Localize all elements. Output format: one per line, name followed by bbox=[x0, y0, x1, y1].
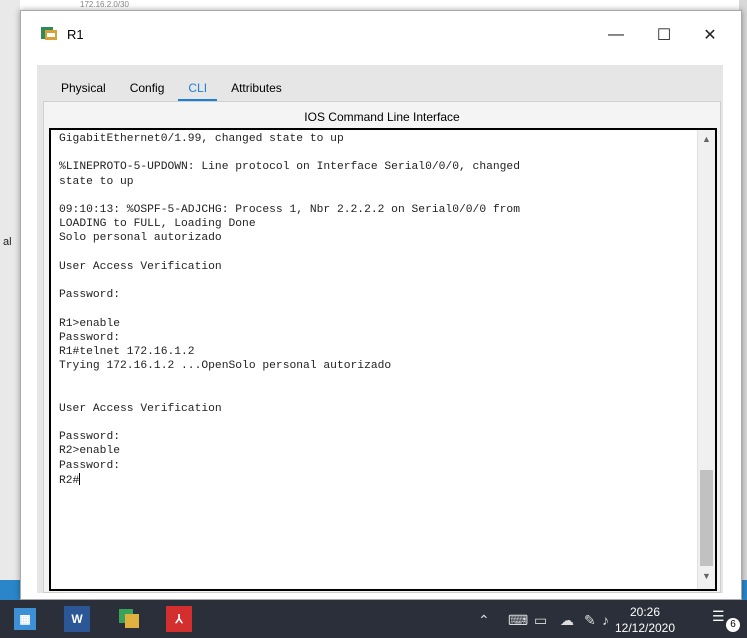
cli-panel: IOS Command Line Interface GigabitEthern… bbox=[43, 101, 721, 593]
onedrive-icon[interactable]: ☁ bbox=[560, 612, 574, 629]
terminal-line: User Access Verification bbox=[59, 260, 222, 273]
tab-attributes[interactable]: Attributes bbox=[221, 79, 292, 99]
terminal-line: Password: bbox=[59, 431, 121, 444]
calculator-icon[interactable]: ▦ bbox=[14, 608, 36, 630]
terminal-line: Password: bbox=[59, 289, 121, 302]
terminal-line: Trying 172.16.1.2 ...OpenSolo personal a… bbox=[59, 360, 392, 373]
scroll-up-arrow-icon[interactable]: ▲ bbox=[698, 134, 715, 148]
panel-heading: IOS Command Line Interface bbox=[304, 110, 460, 124]
terminal-output: GigabitEthernet0/1.99, changed state to … bbox=[59, 132, 679, 488]
router-app-icon bbox=[41, 27, 57, 40]
terminal-line: LOADING to FULL, Loading Done bbox=[59, 218, 256, 231]
clock-date: 12/12/2020 bbox=[614, 621, 676, 635]
vertical-scrollbar[interactable]: ▲ ▼ bbox=[697, 130, 715, 589]
maximize-button[interactable]: ☐ bbox=[641, 19, 687, 51]
terminal-line: R1>enable bbox=[59, 317, 121, 330]
router-window: R1 — ☐ ✕ Physical Config CLI Attributes … bbox=[20, 10, 742, 600]
notification-icon[interactable]: ☰ 6 bbox=[712, 608, 740, 632]
terminal-line: Password: bbox=[59, 459, 121, 472]
terminal-line: R2>enable bbox=[59, 445, 121, 458]
tab-physical[interactable]: Physical bbox=[51, 79, 116, 99]
background-top-fragment: 172.16.2.0/30 bbox=[80, 0, 129, 8]
terminal-line: 09:10:13: %OSPF-5-ADJCHG: Process 1, Nbr… bbox=[59, 204, 520, 217]
chevron-up-icon[interactable]: ⌃ bbox=[478, 612, 490, 629]
window-title: R1 bbox=[67, 27, 84, 42]
network-icon[interactable]: ▭ bbox=[534, 612, 547, 629]
terminal-line: Password: bbox=[59, 331, 121, 344]
clock-time: 20:26 bbox=[629, 605, 661, 619]
terminal-line: GigabitEthernet0/1.99, changed state to … bbox=[59, 133, 344, 145]
terminal-line: User Access Verification bbox=[59, 402, 222, 415]
taskbar: ▦ W ⅄ ⌃ ⌨ ▭ ☁ ✎ ♪ 20:26 12/12/2020 ☰ 6 bbox=[0, 600, 747, 638]
scroll-thumb[interactable] bbox=[700, 470, 713, 566]
notification-count: 6 bbox=[726, 618, 740, 632]
word-icon[interactable]: W bbox=[64, 606, 90, 632]
meet-now-icon[interactable]: ⌨ bbox=[508, 612, 528, 629]
cli-terminal[interactable]: GigabitEthernet0/1.99, changed state to … bbox=[49, 128, 717, 591]
scroll-down-arrow-icon[interactable]: ▼ bbox=[698, 571, 715, 585]
terminal-line: R1#telnet 172.16.1.2 bbox=[59, 346, 195, 359]
system-clock[interactable]: 20:26 12/12/2020 bbox=[610, 604, 680, 636]
main-content: Physical Config CLI Attributes IOS Comma… bbox=[37, 65, 723, 593]
background-text-fragment: al bbox=[3, 236, 12, 248]
terminal-line: Solo personal autorizado bbox=[59, 232, 222, 245]
tab-bar: Physical Config CLI Attributes bbox=[51, 79, 296, 101]
terminal-line: %LINEPROTO-5-UPDOWN: Line protocol on In… bbox=[59, 161, 520, 174]
terminal-prompt[interactable]: R2# bbox=[59, 472, 679, 488]
text-cursor bbox=[79, 472, 81, 485]
minimize-button[interactable]: — bbox=[593, 19, 639, 51]
volume-icon[interactable]: ♪ bbox=[602, 612, 609, 628]
acrobat-icon[interactable]: ⅄ bbox=[166, 606, 192, 632]
terminal-line: state to up bbox=[59, 175, 134, 188]
close-button[interactable]: ✕ bbox=[687, 19, 733, 51]
tab-cli[interactable]: CLI bbox=[178, 79, 218, 101]
title-bar[interactable]: R1 — ☐ ✕ bbox=[21, 11, 741, 57]
desktop-background-left: al bbox=[0, 0, 20, 600]
packet-tracer-icon[interactable] bbox=[116, 606, 142, 632]
pen-icon[interactable]: ✎ bbox=[584, 612, 596, 629]
tab-config[interactable]: Config bbox=[120, 79, 175, 99]
